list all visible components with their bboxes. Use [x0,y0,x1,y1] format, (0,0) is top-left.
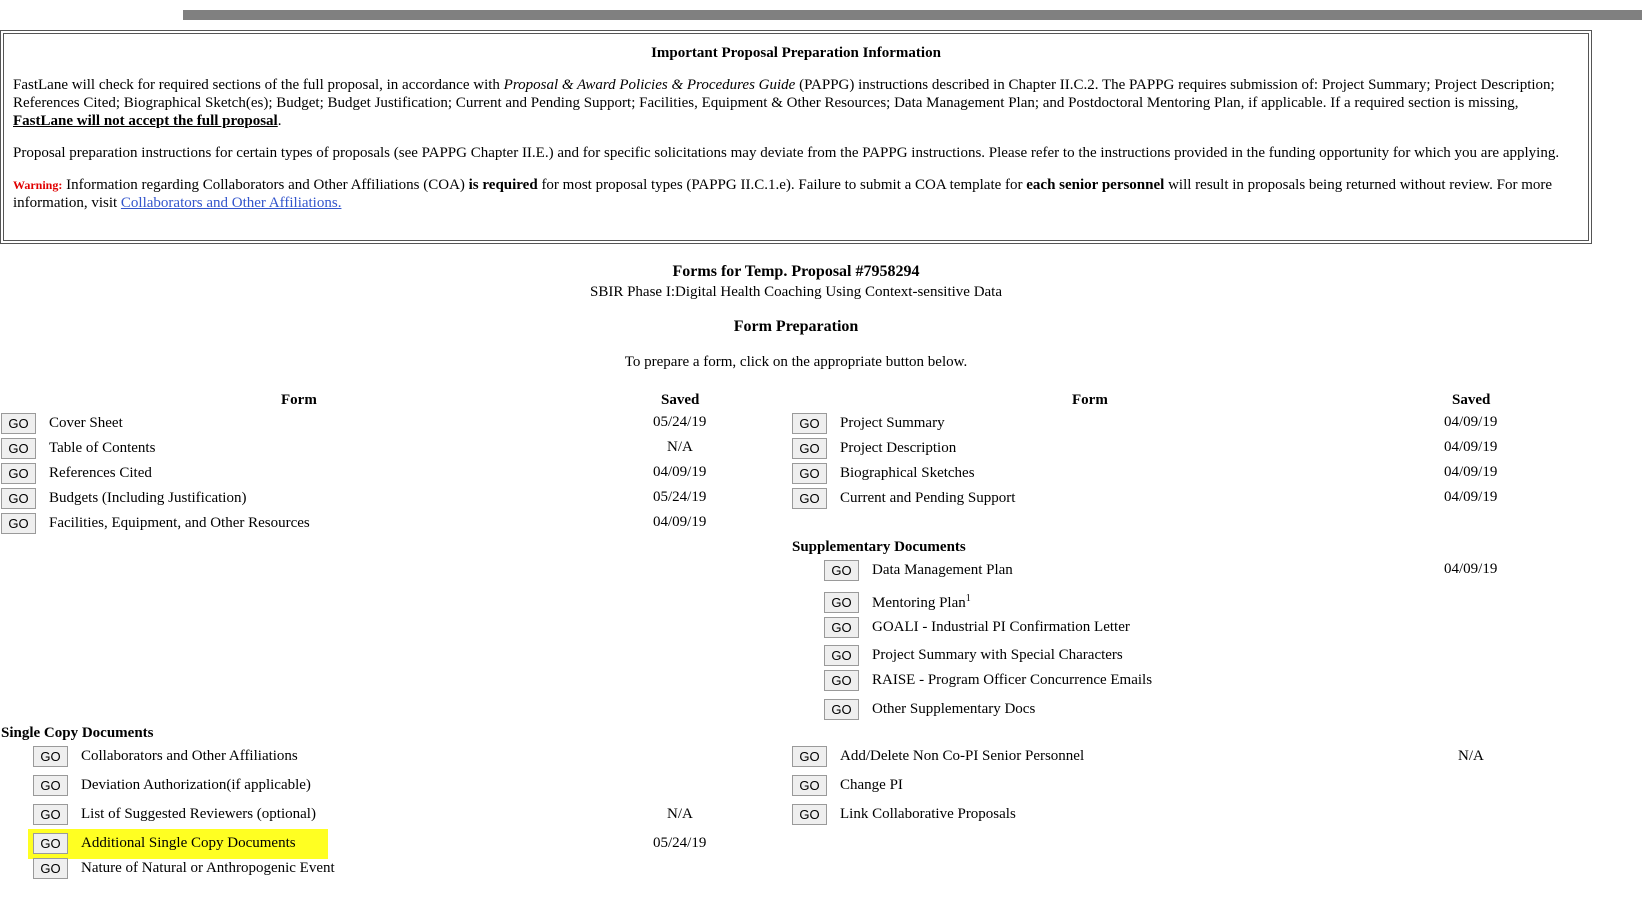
go-button-goali-letter[interactable]: GO [824,617,859,638]
form-label-budgets: Budgets (Including Justification) [49,490,247,506]
info-p1-end: . [277,113,282,129]
right-saved-header: Saved [1452,392,1491,408]
go-button-link-collaborative[interactable]: GO [792,804,827,825]
supp-label-mentoring-plan: Mentoring Plan1 [872,593,971,612]
top-divider-bar [183,10,1642,20]
form-label-table-of-contents: Table of Contents [49,440,156,456]
go-button-deviation-authorization[interactable]: GO [33,775,68,796]
go-button-add-delete-personnel[interactable]: GO [792,746,827,767]
saved-date-biographical-sketches: 04/09/19 [1444,464,1498,480]
info-title: Important Proposal Preparation Informati… [651,45,941,61]
right-form-header: Form [1072,392,1108,408]
go-button-natural-event[interactable]: GO [33,858,68,879]
go-button-mentoring-plan[interactable]: GO [824,592,859,613]
info-p1-guide-title: Proposal & Award Policies & Procedures G… [503,77,796,93]
go-button-change-pi[interactable]: GO [792,775,827,796]
supp-label-special-characters: Project Summary with Special Characters [872,647,1123,663]
supplementary-docs-heading: Supplementary Documents [792,539,966,555]
go-button-additional-single-copy[interactable]: GO [33,833,68,854]
saved-date-budgets: 05/24/19 [653,489,707,505]
saved-date-references-cited: 04/09/19 [653,464,707,480]
info-paragraph-3: Warning: Information regarding Collabora… [13,176,1579,212]
go-button-budgets[interactable]: GO [1,488,36,509]
form-label-project-summary: Project Summary [840,415,945,431]
info-p3-is-required: is required [468,177,538,193]
supp-label-raise-emails: RAISE - Program Officer Concurrence Emai… [872,672,1153,688]
saved-date-additional-single-copy: 05/24/19 [653,835,707,851]
info-p1-text-a: FastLane will check for required section… [13,77,504,93]
info-paragraph-1: FastLane will check for required section… [13,76,1579,130]
go-button-suggested-reviewers[interactable]: GO [33,804,68,825]
supp-label-goali-letter: GOALI - Industrial PI Confirmation Lette… [872,619,1130,635]
saved-date-cover-sheet: 05/24/19 [653,414,707,430]
info-box: Important Proposal Preparation Informati… [0,30,1592,244]
saved-date-project-description: 04/09/19 [1444,439,1498,455]
single-copy-docs-heading: Single Copy Documents [1,725,154,741]
info-p3-text-a: Information regarding Collaborators and … [62,177,469,193]
info-box-inner: Important Proposal Preparation Informati… [3,33,1589,241]
form-preparation-title: Form Preparation [733,318,859,335]
go-button-current-pending-support[interactable]: GO [792,488,827,509]
single-label-additional-single-copy: Additional Single Copy Documents [81,835,296,851]
single-label-collaborators: Collaborators and Other Affiliations [81,748,298,764]
go-button-facilities[interactable]: GO [1,513,36,534]
form-label-cover-sheet: Cover Sheet [49,415,123,431]
supp-label-data-management-plan: Data Management Plan [872,562,1013,578]
saved-date-current-pending-support: 04/09/19 [1444,489,1498,505]
go-button-collaborators[interactable]: GO [33,746,68,767]
single-label-natural-event: Nature of Natural or Anthropogenic Event [81,860,335,876]
coa-link[interactable]: Collaborators and Other Affiliations. [121,195,342,211]
form-label-current-pending-support: Current and Pending Support [840,490,1016,506]
go-button-data-management-plan[interactable]: GO [824,560,859,581]
form-label-references-cited: References Cited [49,465,152,481]
go-button-special-characters[interactable]: GO [824,645,859,666]
saved-date-add-delete-personnel: N/A [1458,748,1484,764]
single-label-deviation-authorization: Deviation Authorization(if applicable) [81,777,311,793]
left-form-header: Form [281,392,317,408]
go-button-table-of-contents[interactable]: GO [1,438,36,459]
form-label-facilities: Facilities, Equipment, and Other Resourc… [49,515,310,531]
supp-label-mentoring-plan-text: Mentoring Plan [872,595,966,611]
saved-date-project-summary: 04/09/19 [1444,414,1498,430]
right-label-change-pi: Change PI [840,777,903,793]
go-button-references-cited[interactable]: GO [1,463,36,484]
left-saved-header: Saved [661,392,700,408]
saved-date-facilities: 04/09/19 [653,514,707,530]
form-preparation-instruction: To prepare a form, click on the appropri… [624,354,968,370]
info-p3-text-c: for most proposal types (PAPPG II.C.1.e)… [537,177,1027,193]
form-label-biographical-sketches: Biographical Sketches [840,465,975,481]
go-button-raise-emails[interactable]: GO [824,670,859,691]
info-paragraph-2: Proposal preparation instructions for ce… [13,145,1560,161]
mentoring-plan-footnote: 1 [965,593,971,604]
forms-title: Forms for Temp. Proposal #7958294 [672,263,920,280]
go-button-project-summary[interactable]: GO [792,413,827,434]
info-p1-not-accept: FastLane will not accept the full propos… [13,113,278,129]
form-label-project-description: Project Description [840,440,957,456]
proposal-subtitle: SBIR Phase I:Digital Health Coaching Usi… [589,284,1003,300]
go-button-biographical-sketches[interactable]: GO [792,463,827,484]
go-button-other-supplementary[interactable]: GO [824,699,859,720]
right-label-add-delete-personnel: Add/Delete Non Co-PI Senior Personnel [840,748,1085,764]
go-button-cover-sheet[interactable]: GO [1,413,36,434]
go-button-project-description[interactable]: GO [792,438,827,459]
info-p3-each-senior: each senior personnel [1026,177,1165,193]
saved-date-suggested-reviewers: N/A [667,806,693,822]
saved-date-table-of-contents: N/A [667,439,693,455]
right-label-link-collaborative: Link Collaborative Proposals [840,806,1016,822]
warning-label: Warning: [13,178,63,192]
single-label-suggested-reviewers: List of Suggested Reviewers (optional) [81,806,316,822]
saved-date-data-management-plan: 04/09/19 [1444,561,1498,577]
supp-label-other-supplementary: Other Supplementary Docs [872,701,1036,717]
